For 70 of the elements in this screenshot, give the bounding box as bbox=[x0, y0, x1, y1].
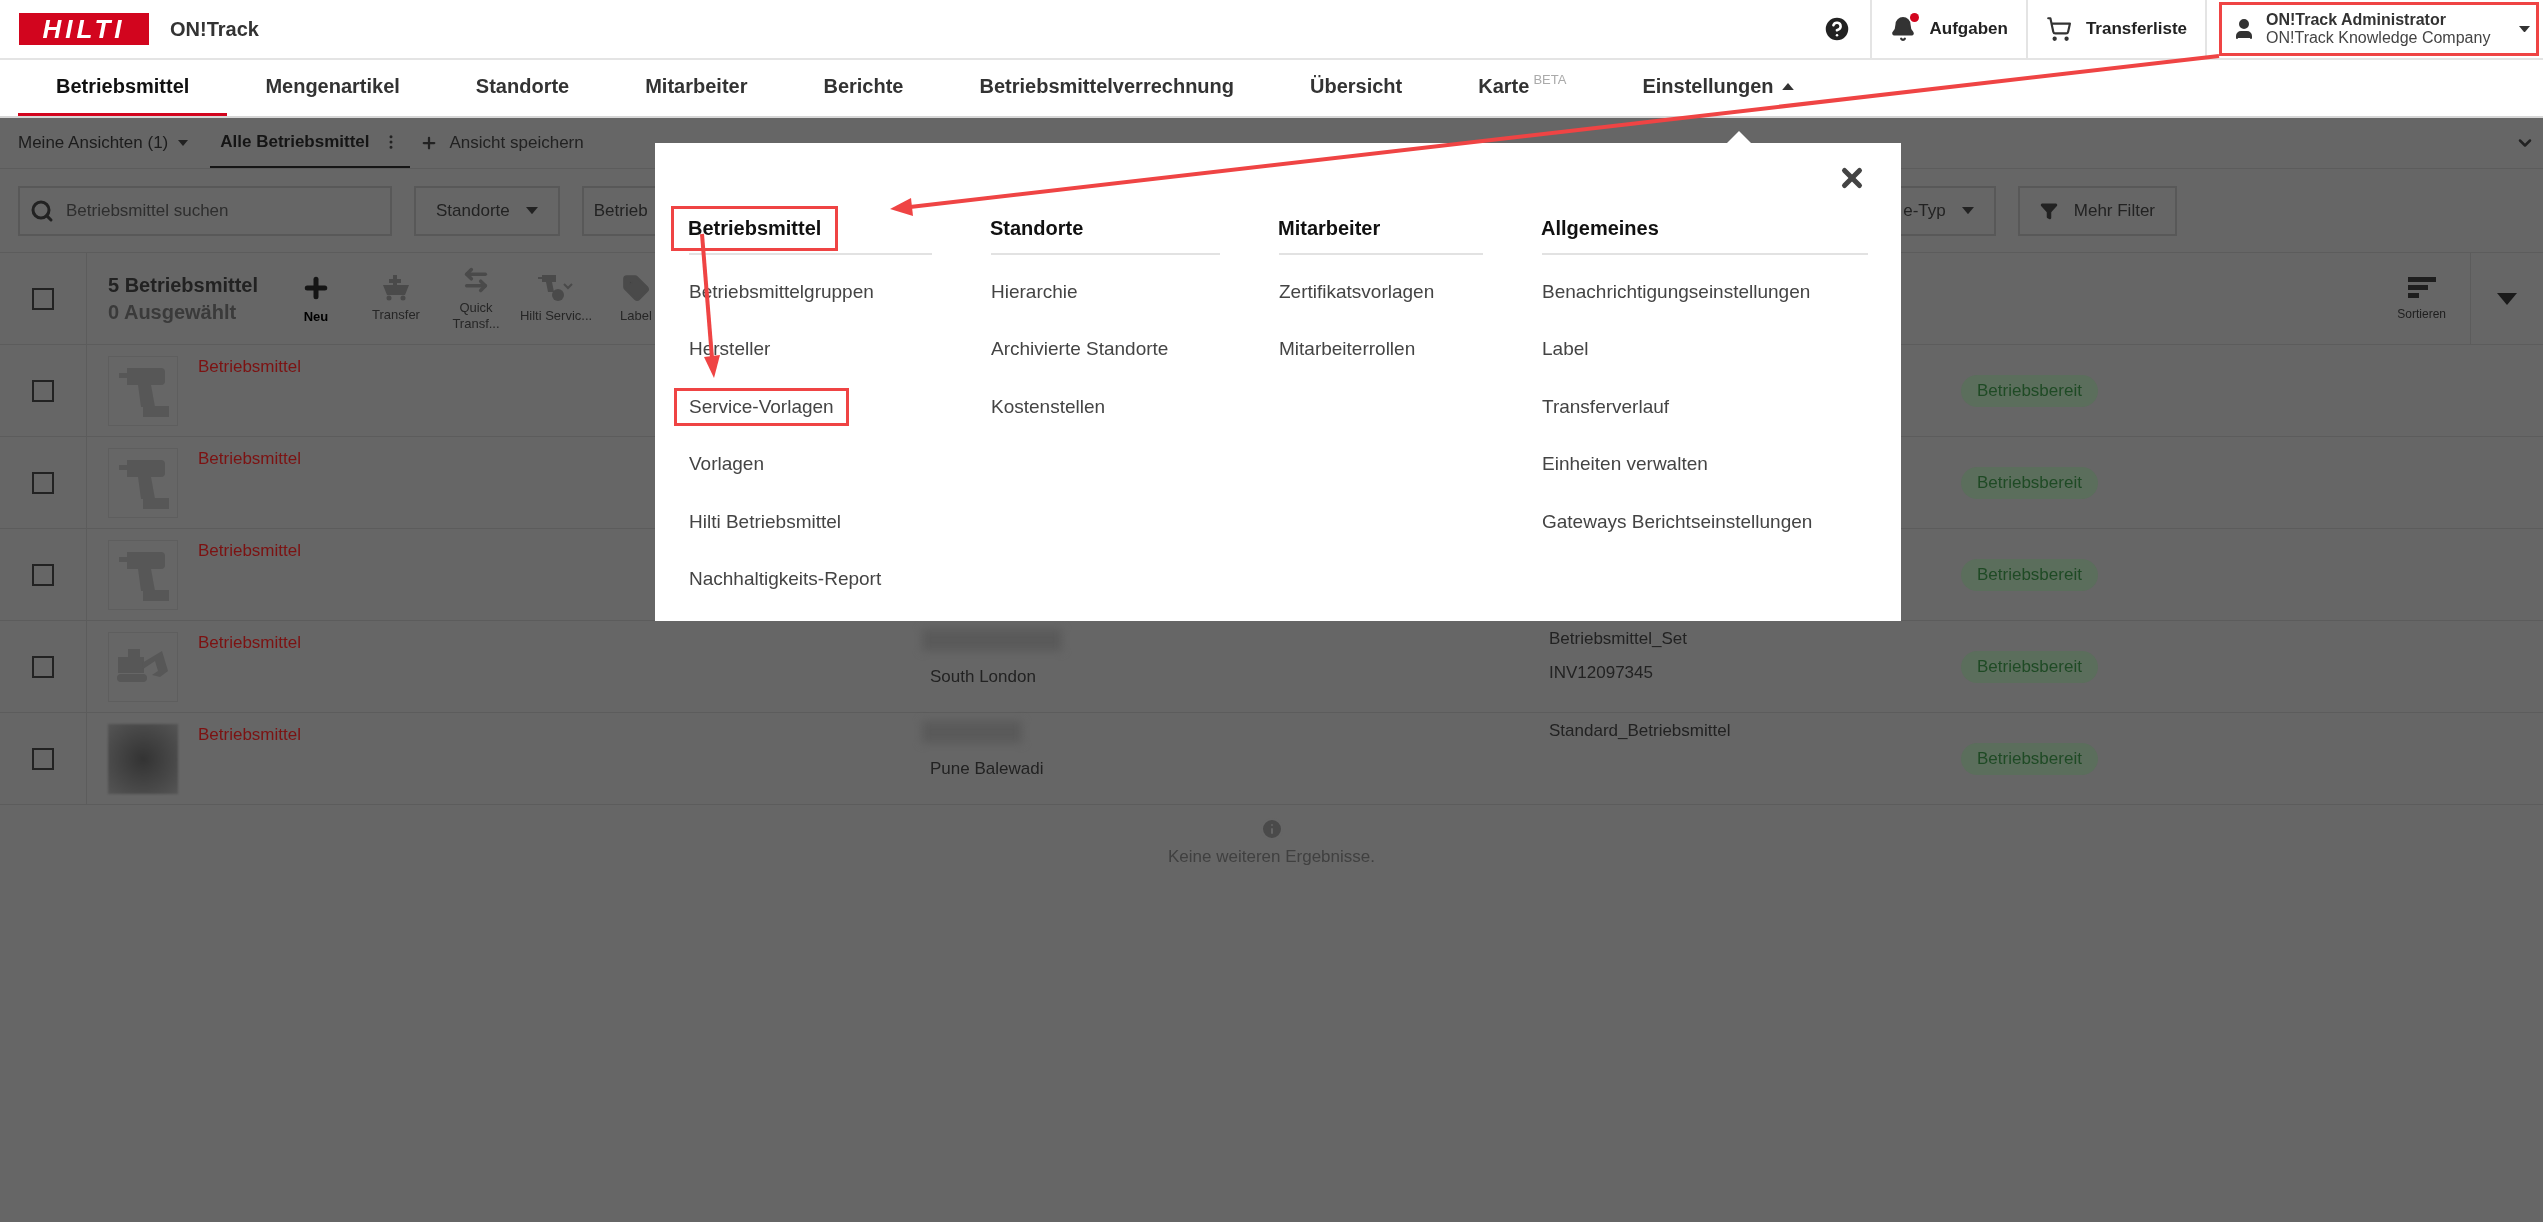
search-field[interactable]: Betriebsmittel suchen bbox=[18, 185, 392, 236]
nav-tab[interactable]: Mitarbeiter bbox=[607, 60, 786, 116]
row-checkbox[interactable] bbox=[32, 563, 54, 586]
menu-link[interactable]: Gateways Berichtseinstellungen bbox=[1527, 502, 1828, 541]
nav-tab[interactable]: Karte $^{BETA}$ bbox=[1440, 60, 1605, 116]
menu-link[interactable]: Hilti Betriebsmittel bbox=[674, 502, 857, 541]
menu-section-title: Standorte bbox=[989, 215, 1085, 241]
nav-tab[interactable]: Mengenartikel bbox=[227, 60, 438, 116]
menu-link[interactable]: Service-Vorlagen bbox=[674, 387, 849, 426]
bell-icon[interactable] bbox=[1889, 16, 1916, 42]
menu-section-title: Betriebsmittel bbox=[671, 205, 839, 251]
user-menu[interactable]: ON!Track Administrator ON!Track Knowledge Company bbox=[2219, 2, 2539, 56]
sort-icon bbox=[2407, 276, 2436, 299]
menu-link[interactable]: Mitarbeiterrollen bbox=[1264, 330, 1431, 369]
status-badge: Betriebsbereit bbox=[1961, 650, 2098, 683]
nav-tab[interactable]: Betriebsmittelverrechnung bbox=[941, 60, 1272, 116]
menu-section-title: Mitarbeiter bbox=[1277, 215, 1382, 241]
nav-tab[interactable]: Einstellungen bbox=[1604, 60, 1832, 116]
caret-icon bbox=[525, 206, 538, 215]
item-count: 5 Betriebsmittel bbox=[108, 273, 260, 297]
status-badge: Betriebsbereit bbox=[1961, 374, 2098, 407]
logo[interactable]: HILTI bbox=[19, 13, 149, 45]
filter-icon bbox=[2039, 201, 2058, 220]
tag-icon bbox=[622, 273, 650, 302]
caret-icon bbox=[1961, 206, 1974, 215]
location-text: Pune Balewadi bbox=[930, 759, 1045, 779]
status-badge: Betriebsbereit bbox=[1961, 558, 2098, 591]
nav-tab[interactable]: Betriebsmittel bbox=[18, 60, 228, 116]
menu-link[interactable]: Transferverlauf bbox=[1527, 387, 1685, 426]
menu-link[interactable]: Kostenstellen bbox=[976, 387, 1121, 426]
status-badge: Betriebsbereit bbox=[1961, 466, 2098, 499]
drill-info-icon bbox=[538, 273, 574, 302]
transfer-list-link[interactable]: Transferliste bbox=[2085, 19, 2187, 39]
menu-link[interactable]: Label bbox=[1527, 330, 1604, 369]
photo-placeholder bbox=[108, 724, 178, 794]
menu-link[interactable]: Archivierte Standorte bbox=[976, 330, 1184, 369]
app-name: ON!Track bbox=[170, 17, 259, 41]
detail-text: Betriebsmittel_Set bbox=[1549, 629, 1688, 649]
toolbar-action[interactable]: Neu bbox=[276, 272, 356, 325]
cart-plus-icon bbox=[381, 274, 411, 301]
nav-tab[interactable]: Übersicht bbox=[1272, 60, 1441, 116]
menu-link[interactable]: Einheiten verwalten bbox=[1527, 445, 1723, 484]
user-name: ON!Track Administrator bbox=[2266, 11, 2447, 29]
cart-icon[interactable] bbox=[2045, 16, 2072, 42]
nav-tab[interactable]: Standorte bbox=[437, 60, 608, 116]
beta-label: BETA bbox=[1533, 72, 1567, 87]
tasks-link[interactable]: Aufgaben bbox=[1929, 19, 2008, 39]
menu-section-title: Allgemeines bbox=[1540, 215, 1660, 241]
row-checkbox[interactable] bbox=[32, 655, 54, 678]
detail-text: Standard_Betriebsmittel bbox=[1549, 721, 1732, 741]
menu-link[interactable]: Zertifikatsvorlagen bbox=[1264, 272, 1450, 311]
nav-tab[interactable]: Berichte bbox=[785, 60, 942, 116]
caret-icon bbox=[1781, 83, 1794, 90]
search-icon bbox=[30, 198, 54, 223]
row-checkbox[interactable] bbox=[32, 471, 54, 494]
company-name: ON!Track Knowledge Company bbox=[2266, 29, 2492, 47]
location-text: South London bbox=[930, 667, 1037, 687]
row-checkbox[interactable] bbox=[32, 379, 54, 402]
menu-link[interactable]: Vorlagen bbox=[674, 445, 779, 484]
menu-link[interactable]: Nachhaltigkeits-Report bbox=[674, 560, 897, 599]
swap-arrows-icon bbox=[462, 265, 490, 294]
row-checkbox[interactable] bbox=[32, 747, 54, 770]
menu-link[interactable]: Benachrichtigungseinstellungen bbox=[1527, 272, 1826, 311]
caret-icon bbox=[178, 140, 189, 146]
menu-link[interactable]: Hierarchie bbox=[976, 272, 1093, 311]
caret-icon bbox=[2519, 25, 2530, 33]
expand-icon bbox=[2497, 292, 2517, 305]
detail-text: INV12097345 bbox=[1549, 663, 1654, 683]
status-badge: Betriebsbereit bbox=[1961, 742, 2098, 775]
select-all-checkbox[interactable] bbox=[32, 287, 54, 310]
